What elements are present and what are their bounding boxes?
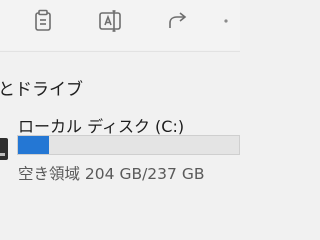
rename-icon[interactable] [97, 8, 123, 34]
share-icon[interactable] [165, 8, 191, 34]
toolbar-divider [0, 51, 240, 52]
drive-free-space: 空き領域 204 GB/237 GB [18, 165, 205, 183]
more-icon[interactable] [222, 8, 248, 34]
hard-drive-icon [0, 138, 8, 160]
toolbar [0, 0, 240, 50]
drive-usage-fill [18, 136, 49, 154]
drive-name: ローカル ディスク (C:) [18, 117, 185, 136]
drive-usage-bar [17, 135, 240, 155]
drive-item-c[interactable]: ローカル ディスク (C:) 空き領域 204 GB/237 GB [0, 100, 240, 190]
section-header-drives: とドライブ [0, 80, 83, 100]
copy-icon[interactable] [30, 8, 56, 34]
